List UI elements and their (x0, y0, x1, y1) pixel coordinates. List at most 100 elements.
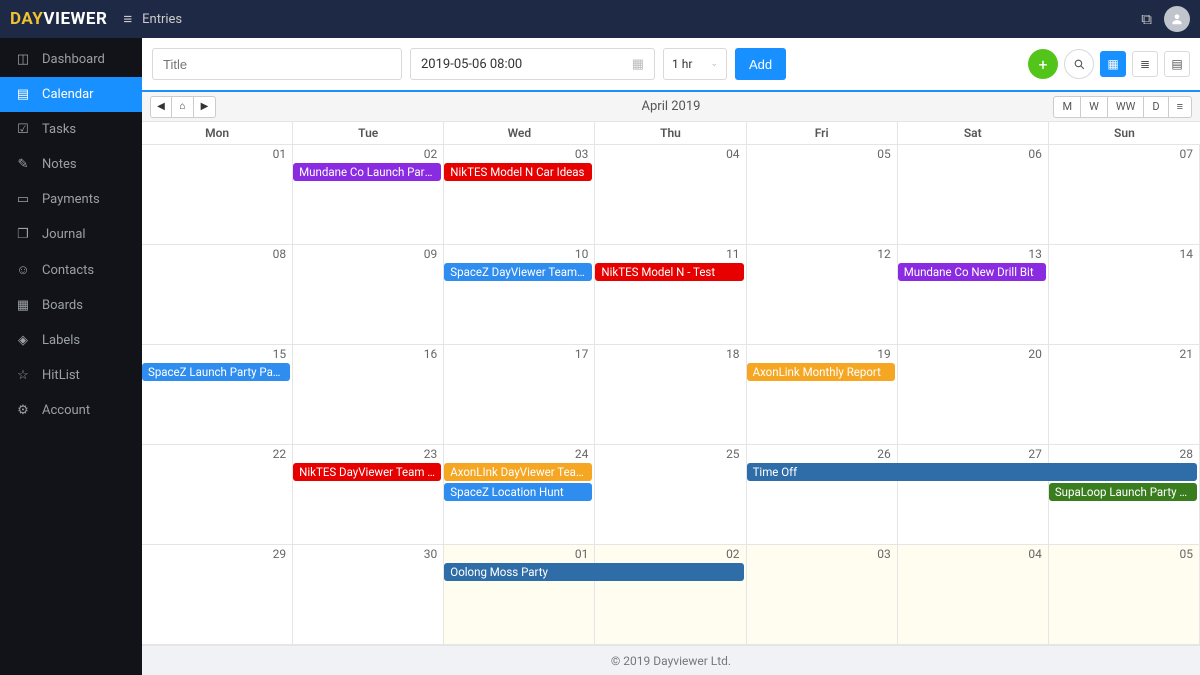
calendar-header: ◀ ⌂ ▶ April 2019 MWWWD≡ (142, 92, 1200, 122)
title-input[interactable] (152, 48, 402, 80)
calendar-event[interactable]: NikTES Model N Car Ideas (444, 163, 592, 181)
calendar-cell[interactable]: 22 (142, 445, 293, 544)
sidebar-item-payments[interactable]: ▭Payments (0, 182, 142, 217)
day-number: 21 (1179, 347, 1193, 361)
calendar-cell[interactable]: 05 (1049, 545, 1200, 644)
calendar-cell[interactable]: 06 (898, 145, 1049, 244)
calendar-cell[interactable]: 18 (595, 345, 746, 444)
sidebar-item-label: Tasks (42, 122, 76, 137)
day-header: Tue (293, 122, 444, 144)
calendar-event[interactable]: AxonLInk DayViewer Team … (444, 463, 592, 481)
calendar-event[interactable]: AxonLink Monthly Report (747, 363, 895, 381)
calendar-event[interactable]: Oolong Moss Party (444, 563, 743, 581)
calendar-cell[interactable]: 09 (293, 245, 444, 344)
view-d-button[interactable]: D (1144, 96, 1168, 118)
calendar-cell[interactable]: 04 (595, 145, 746, 244)
sidebar-item-label: Payments (42, 192, 100, 207)
new-button[interactable]: + (1028, 49, 1058, 79)
sidebar-item-hitlist[interactable]: ☆HitList (0, 358, 142, 393)
calendar-event[interactable]: NikTES Model N - Test (595, 263, 743, 281)
sidebar-item-contacts[interactable]: ☺Contacts (0, 252, 142, 288)
view-≡-button[interactable]: ≡ (1169, 96, 1192, 118)
add-button[interactable]: Add (735, 48, 786, 80)
calendar-cell[interactable]: 10 (444, 245, 595, 344)
calendar-cell[interactable]: 04 (898, 545, 1049, 644)
calendar-cell[interactable]: 03 (747, 545, 898, 644)
labels-icon: ◈ (16, 333, 30, 348)
day-number: 22 (273, 447, 287, 461)
next-button[interactable]: ▶ (194, 96, 216, 118)
calendar-cell[interactable]: 20 (898, 345, 1049, 444)
calendar-cell[interactable]: 11 (595, 245, 746, 344)
sidebar-item-calendar[interactable]: ▤Calendar (0, 77, 142, 112)
calendar-cell[interactable]: 19 (747, 345, 898, 444)
calendar-cell[interactable]: 02 (293, 145, 444, 244)
today-button[interactable]: ⌂ (172, 96, 194, 118)
calendar-event[interactable]: SpaceZ DayViewer Team Ro… (444, 263, 592, 281)
sidebar-item-label: Boards (42, 298, 83, 313)
dashboard-icon: ◫ (16, 52, 30, 67)
day-number: 03 (877, 547, 891, 561)
calendar-cell[interactable]: 17 (444, 345, 595, 444)
calendar-cell[interactable]: 23 (293, 445, 444, 544)
duration-select[interactable]: 1 hr ⌄ (663, 48, 727, 80)
logo-viewer: VIEWER (43, 9, 107, 29)
calendar-event[interactable]: SpaceZ Location Hunt (444, 483, 592, 501)
view-calendar-button[interactable]: ▦ (1100, 51, 1126, 77)
sidebar-item-dashboard[interactable]: ◫Dashboard (0, 42, 142, 77)
calendar-cell[interactable]: 30 (293, 545, 444, 644)
avatar[interactable] (1164, 6, 1190, 32)
calendar-cell[interactable]: 25 (595, 445, 746, 544)
view-ww-button[interactable]: WW (1108, 96, 1145, 118)
calendar-event[interactable]: Time Off (747, 463, 1197, 481)
calendar-cell[interactable]: 13 (898, 245, 1049, 344)
calendar-event[interactable]: Mundane Co New Drill Bit (898, 263, 1046, 281)
date-input[interactable]: 2019-05-06 08:00 ▦ (410, 48, 655, 80)
toolbar: 2019-05-06 08:00 ▦ 1 hr ⌄ Add + ▦ ≣ ▤ (142, 38, 1200, 92)
copy-icon[interactable]: ⧉ (1141, 10, 1152, 28)
search-icon (1073, 58, 1086, 71)
menu-icon[interactable]: ≡ (123, 10, 132, 28)
calendar-cell[interactable]: 21 (1049, 345, 1200, 444)
calendar-cell[interactable]: 15 (142, 345, 293, 444)
calendar-cell[interactable]: 29 (142, 545, 293, 644)
day-number: 08 (273, 247, 287, 261)
search-button[interactable] (1064, 49, 1094, 79)
sidebar-item-label: Notes (42, 157, 77, 172)
view-w-button[interactable]: W (1081, 96, 1108, 118)
sidebar-item-journal[interactable]: ❐Journal (0, 217, 142, 252)
sidebar-item-labels[interactable]: ◈Labels (0, 323, 142, 358)
calendar-event[interactable]: SpaceZ Launch Party Paym… (142, 363, 290, 381)
day-header: Sat (898, 122, 1049, 144)
sidebar-item-account[interactable]: ⚙Account (0, 393, 142, 428)
calendar-cell[interactable]: 05 (747, 145, 898, 244)
day-number: 06 (1028, 147, 1042, 161)
view-list-button[interactable]: ≣ (1132, 51, 1158, 77)
calendar-event[interactable]: SupaLoop Launch Party Pa… (1049, 483, 1197, 501)
calendar-cell[interactable]: 01 (444, 545, 595, 644)
contacts-icon: ☺ (16, 262, 30, 278)
calendar-cell[interactable]: 08 (142, 245, 293, 344)
calendar-event[interactable]: Mundane Co Launch Party … (293, 163, 441, 181)
calendar-cell[interactable]: 16 (293, 345, 444, 444)
calendar-cell[interactable]: 14 (1049, 245, 1200, 344)
calendar-cell[interactable]: 27 (898, 445, 1049, 544)
prev-button[interactable]: ◀ (150, 96, 172, 118)
day-header: Fri (747, 122, 898, 144)
sidebar-item-notes[interactable]: ✎ Notes (0, 147, 142, 182)
notes-icon: ✎ (16, 157, 30, 172)
sidebar-item-tasks[interactable]: ☑Tasks (0, 112, 142, 147)
view-m-button[interactable]: M (1053, 96, 1081, 118)
sidebar-item-boards[interactable]: ▦Boards (0, 288, 142, 323)
calendar-cell[interactable]: 07 (1049, 145, 1200, 244)
view-grid-button[interactable]: ▤ (1164, 51, 1190, 77)
calendar-cell[interactable]: 12 (747, 245, 898, 344)
calendar-cell[interactable]: 03 (444, 145, 595, 244)
main: 2019-05-06 08:00 ▦ 1 hr ⌄ Add + ▦ ≣ ▤ (142, 38, 1200, 675)
calendar-cell[interactable]: 02 (595, 545, 746, 644)
calendar-event[interactable]: NikTES DayViewer Team Room (293, 463, 441, 481)
day-number: 24 (575, 447, 589, 461)
date-value: 2019-05-06 08:00 (421, 57, 522, 72)
calendar-cell[interactable]: 01 (142, 145, 293, 244)
calendar-cell[interactable]: 26 (747, 445, 898, 544)
